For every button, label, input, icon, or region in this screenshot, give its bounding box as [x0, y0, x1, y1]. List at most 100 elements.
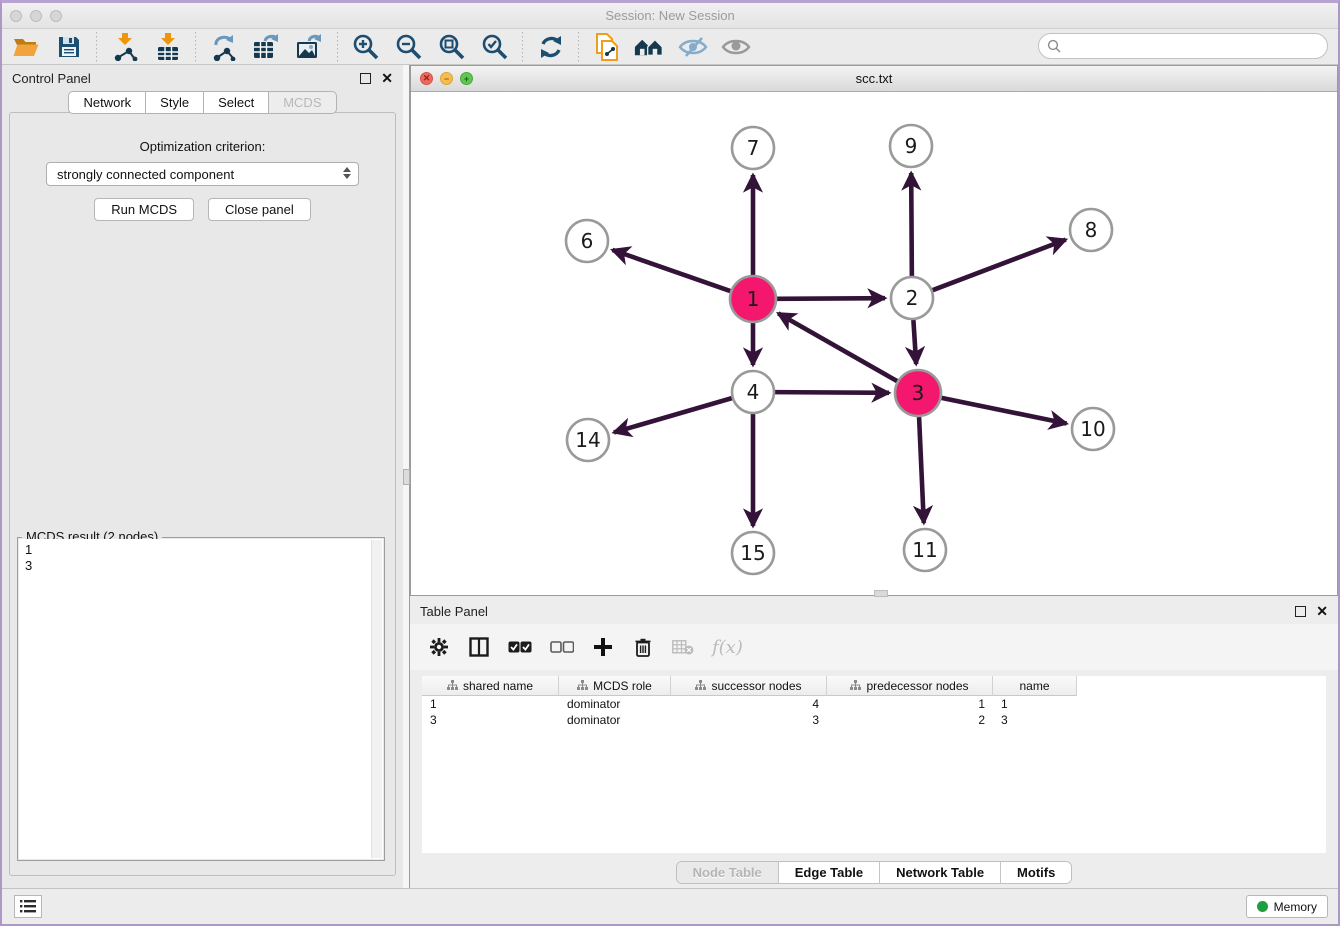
column-header-name[interactable]: name	[993, 676, 1077, 696]
graph-edge-2-3[interactable]	[913, 320, 916, 364]
table-cell[interactable]: 1	[422, 696, 559, 712]
float-table-panel-icon[interactable]	[1295, 606, 1306, 617]
run-mcds-button[interactable]: Run MCDS	[94, 198, 194, 221]
hide-selected-icon[interactable]	[677, 31, 708, 62]
import-network-icon[interactable]	[109, 31, 140, 62]
tab-node-table[interactable]: Node Table	[677, 862, 779, 883]
graph-node-label: 7	[747, 136, 760, 160]
table-body: 1dominator4113dominator323	[422, 696, 1326, 728]
network-view-window: ✕ − + scc.txt 7968124314101511	[410, 65, 1338, 596]
delete-column-icon[interactable]	[632, 635, 654, 659]
attribute-type-icon	[447, 680, 458, 691]
status-bar: Memory	[2, 888, 1338, 924]
tab-motifs[interactable]: Motifs	[1001, 862, 1071, 883]
search-input[interactable]	[1066, 39, 1327, 54]
graph-node-label: 3	[912, 381, 925, 405]
column-header-shared-name[interactable]: shared name	[422, 676, 559, 696]
table-cell[interactable]: 3	[422, 712, 559, 728]
splitter-handle[interactable]	[403, 469, 410, 485]
tab-network-table[interactable]: Network Table	[880, 862, 1001, 883]
table-row[interactable]: 1dominator411	[422, 696, 1326, 712]
graph-edge-3-10[interactable]	[942, 398, 1067, 424]
network-canvas[interactable]: 7968124314101511	[411, 92, 1337, 595]
deselect-all-columns-icon[interactable]	[550, 635, 574, 659]
session-title: Session: New Session	[2, 8, 1338, 23]
graph-edge-3-1[interactable]	[778, 313, 897, 381]
attribute-type-icon	[695, 680, 706, 691]
optimization-criterion-label: Optimization criterion:	[10, 139, 395, 154]
table-cell[interactable]: 2	[827, 712, 993, 728]
search-icon	[1047, 39, 1061, 53]
attribute-type-icon	[850, 680, 861, 691]
zoom-in-icon[interactable]	[350, 31, 381, 62]
network-graph[interactable]: 7968124314101511	[411, 92, 1337, 595]
select-all-columns-icon[interactable]	[508, 635, 532, 659]
tab-mcds[interactable]: MCDS	[269, 91, 336, 114]
create-column-icon[interactable]	[592, 635, 614, 659]
toolbar-separator	[96, 32, 97, 62]
control-panel-title: Control Panel	[12, 71, 91, 86]
network-window-title: scc.txt	[411, 71, 1337, 86]
memory-button[interactable]: Memory	[1246, 895, 1328, 918]
graph-edge-1-2[interactable]	[777, 298, 885, 299]
node-table[interactable]: shared nameMCDS rolesuccessor nodesprede…	[422, 676, 1326, 853]
export-network-icon[interactable]	[208, 31, 239, 62]
open-file-icon[interactable]	[10, 31, 41, 62]
graph-edge-1-6[interactable]	[612, 250, 730, 291]
vertical-splitter[interactable]	[403, 65, 410, 888]
close-panel-button[interactable]: Close panel	[208, 198, 311, 221]
tab-style[interactable]: Style	[146, 91, 204, 114]
column-header-MCDS-role[interactable]: MCDS role	[559, 676, 671, 696]
close-panel-icon[interactable]: ✕	[381, 71, 393, 85]
result-line: 3	[25, 558, 377, 574]
close-table-panel-icon[interactable]: ✕	[1316, 604, 1328, 618]
refresh-icon[interactable]	[535, 31, 566, 62]
dropdown-arrows-icon	[343, 167, 351, 179]
table-cell[interactable]: 1	[827, 696, 993, 712]
float-panel-icon[interactable]	[360, 73, 371, 84]
graph-edge-2-8[interactable]	[933, 240, 1066, 291]
search-field[interactable]	[1038, 33, 1328, 59]
show-all-icon[interactable]	[720, 31, 751, 62]
first-neighbors-icon[interactable]	[634, 31, 665, 62]
criterion-dropdown[interactable]: strongly connected component	[46, 162, 359, 186]
tab-network[interactable]: Network	[68, 91, 146, 114]
mcds-result-group: MCDS result (2 nodes) 1 3	[17, 537, 385, 861]
table-tab-bar: Node Table Edge Table Network Table Moti…	[410, 861, 1338, 884]
graph-edge-2-9[interactable]	[911, 173, 912, 276]
show-columns-icon[interactable]	[468, 635, 490, 659]
save-session-icon[interactable]	[53, 31, 84, 62]
mcds-result-list[interactable]: 1 3	[19, 539, 383, 859]
table-panel-title: Table Panel	[420, 604, 488, 619]
column-header-predecessor-nodes[interactable]: predecessor nodes	[827, 676, 993, 696]
column-header-successor-nodes[interactable]: successor nodes	[671, 676, 827, 696]
table-settings-gear-icon[interactable]	[428, 635, 450, 659]
result-scrollbar[interactable]	[371, 540, 382, 858]
table-row[interactable]: 3dominator323	[422, 712, 1326, 728]
horizontal-splitter-handle[interactable]	[874, 590, 888, 597]
table-cell[interactable]: 3	[671, 712, 827, 728]
graph-edge-3-11[interactable]	[919, 417, 924, 523]
table-cell[interactable]: 4	[671, 696, 827, 712]
import-table-icon[interactable]	[152, 31, 183, 62]
zoom-out-icon[interactable]	[393, 31, 424, 62]
network-window-titlebar[interactable]: ✕ − + scc.txt	[411, 66, 1337, 92]
graph-edge-4-14[interactable]	[614, 398, 732, 432]
toolbar-separator	[337, 32, 338, 62]
export-table-icon[interactable]	[251, 31, 282, 62]
toolbar-separator	[522, 32, 523, 62]
clone-network-icon[interactable]	[591, 31, 622, 62]
tab-select[interactable]: Select	[204, 91, 269, 114]
zoom-fit-icon[interactable]	[436, 31, 467, 62]
tab-edge-table[interactable]: Edge Table	[779, 862, 880, 883]
table-cell[interactable]: dominator	[559, 712, 671, 728]
table-cell[interactable]: 3	[993, 712, 1077, 728]
zoom-selected-icon[interactable]	[479, 31, 510, 62]
task-history-button[interactable]	[14, 895, 42, 918]
table-cell[interactable]: 1	[993, 696, 1077, 712]
table-cell[interactable]: dominator	[559, 696, 671, 712]
graph-edge-4-3[interactable]	[775, 392, 889, 393]
graph-node-label: 2	[906, 286, 919, 310]
main-toolbar	[2, 29, 1338, 65]
export-image-icon[interactable]	[294, 31, 325, 62]
